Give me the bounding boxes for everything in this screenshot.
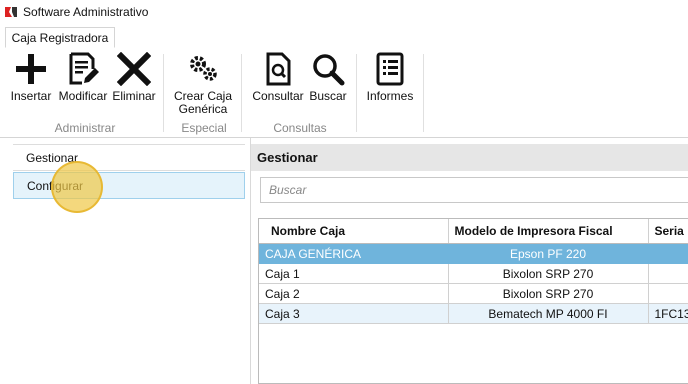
table-row[interactable]: Caja 1 Bixolon SRP 270: [259, 263, 688, 284]
column-header-nombre-caja[interactable]: Nombre Caja: [259, 219, 449, 244]
modificar-button[interactable]: Modificar: [56, 52, 110, 103]
table-header-row: Nombre Caja Modelo de Impresora Fiscal S…: [259, 219, 688, 244]
cell-serial: [648, 243, 688, 264]
informes-label: Informes: [366, 89, 414, 103]
title-bar: Software Administrativo: [0, 0, 688, 24]
group-label-especial: Especial: [181, 121, 227, 135]
search-input[interactable]: Buscar: [260, 177, 688, 203]
group-label-administrar: Administrar: [54, 121, 116, 135]
gears-icon: [190, 56, 217, 81]
navigation-pane: Gestionar Configurar: [0, 138, 250, 384]
cell-nombre: CAJA GENÉRICA: [259, 243, 449, 264]
cell-modelo: Bixolon SRP 270: [448, 263, 649, 284]
ribbon-tab-strip: Caja Registradora: [0, 24, 688, 49]
column-header-modelo-impresora[interactable]: Modelo de Impresora Fiscal: [448, 219, 649, 244]
modificar-label: Modificar: [58, 89, 108, 103]
cursor-highlight: [51, 161, 103, 213]
ribbon-separator: [423, 54, 424, 132]
nav-item-gestionar[interactable]: Gestionar: [13, 144, 245, 171]
ribbon-separator: [163, 54, 164, 132]
eliminar-label: Eliminar: [112, 89, 156, 103]
report-icon: [376, 52, 404, 86]
cell-serial: [648, 283, 688, 304]
cajas-grid: Nombre Caja Modelo de Impresora Fiscal S…: [258, 218, 688, 384]
generica-label: Genérica: [178, 102, 228, 116]
consultar-label: Consultar: [252, 89, 304, 103]
group-label-consultas: Consultas: [273, 121, 327, 135]
magnifier-icon: [313, 54, 345, 86]
x-icon: [117, 52, 151, 86]
ribbon-separator: [241, 54, 242, 132]
panel-title: Gestionar: [251, 144, 688, 171]
table-row[interactable]: CAJA GENÉRICA Epson PF 220: [259, 243, 688, 264]
content-pane: Gestionar Buscar Nombre Caja Modelo de I…: [251, 138, 688, 384]
column-header-serial[interactable]: Seria: [648, 219, 688, 244]
window-title: Software Administrativo: [23, 5, 149, 19]
nav-item-configurar[interactable]: Configurar: [13, 172, 245, 199]
cell-modelo: Bematech MP 4000 FI: [448, 303, 649, 324]
informes-button[interactable]: Informes: [364, 52, 416, 103]
buscar-button[interactable]: Buscar: [308, 52, 348, 103]
cell-nombre: Caja 3: [259, 303, 449, 324]
crear-caja-generica-button[interactable]: Crear Caja Genérica: [171, 52, 235, 116]
tab-caja-registradora[interactable]: Caja Registradora: [5, 27, 115, 48]
cell-modelo: Epson PF 220: [448, 243, 649, 264]
edit-document-icon: [69, 52, 99, 85]
cell-modelo: Bixolon SRP 270: [448, 283, 649, 304]
ribbon-separator: [356, 54, 357, 132]
cajas-table: Nombre Caja Modelo de Impresora Fiscal S…: [259, 219, 688, 324]
insertar-label: Insertar: [10, 89, 52, 103]
app-logo-icon: [4, 5, 18, 19]
insertar-button[interactable]: Insertar: [10, 52, 52, 103]
eliminar-button[interactable]: Eliminar: [112, 52, 156, 103]
cell-serial: [648, 263, 688, 284]
search-document-icon: [266, 52, 291, 86]
ribbon: Insertar Modificar Eliminar Crear Caja G…: [0, 48, 688, 138]
cell-nombre: Caja 2: [259, 283, 449, 304]
buscar-label: Buscar: [309, 89, 347, 103]
table-row[interactable]: Caja 3 Bematech MP 4000 FI 1FC13: [259, 303, 688, 324]
cell-serial: 1FC13: [648, 303, 688, 324]
table-row[interactable]: Caja 2 Bixolon SRP 270: [259, 283, 688, 304]
plus-icon: [16, 54, 46, 84]
consultar-button[interactable]: Consultar: [251, 52, 305, 103]
cell-nombre: Caja 1: [259, 263, 449, 284]
